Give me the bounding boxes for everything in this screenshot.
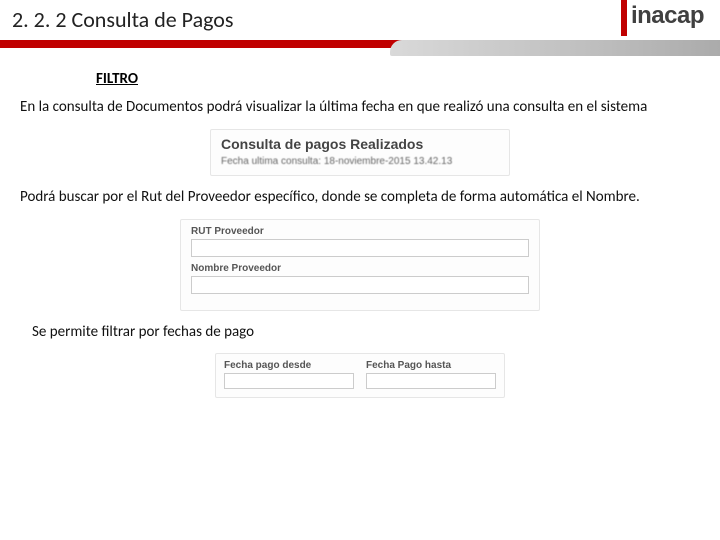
nombre-input[interactable]	[191, 276, 529, 294]
panel-consulta-wrap: Consulta de pagos Realizados Fecha ultim…	[18, 129, 702, 176]
fecha-desde-label: Fecha pago desde	[224, 360, 354, 371]
paragraph-1: En la consulta de Documentos podrá visua…	[20, 98, 700, 117]
panel-form: RUT Proveedor Nombre Proveedor	[180, 219, 540, 311]
page-title: 2. 2. 2 Consulta de Pagos	[0, 0, 720, 35]
panel-form-wrap: RUT Proveedor Nombre Proveedor	[18, 219, 702, 311]
panel-dates: Fecha pago desde Fecha Pago hasta	[215, 353, 505, 398]
fecha-hasta-label: Fecha Pago hasta	[366, 360, 496, 371]
field-fecha-desde: Fecha pago desde	[224, 360, 354, 389]
paragraph-3: Se permite filtrar por fechas de pago	[32, 323, 700, 342]
slide-header: 2. 2. 2 Consulta de Pagos inacap	[0, 0, 720, 56]
fecha-hasta-input[interactable]	[366, 373, 496, 389]
brand-name: inacap	[631, 2, 704, 30]
panel-consulta-title: Consulta de pagos Realizados	[221, 136, 499, 152]
rut-input[interactable]	[191, 239, 529, 257]
field-nombre: Nombre Proveedor	[191, 263, 529, 294]
rut-label: RUT Proveedor	[191, 226, 529, 237]
nombre-label: Nombre Proveedor	[191, 263, 529, 274]
header-grey-swoosh	[390, 40, 720, 56]
filtro-heading: FILTRO	[96, 70, 702, 88]
panel-consulta: Consulta de pagos Realizados Fecha ultim…	[210, 129, 510, 176]
field-rut: RUT Proveedor	[191, 226, 529, 257]
logo-bar-icon	[621, 0, 627, 36]
field-fecha-hasta: Fecha Pago hasta	[366, 360, 496, 389]
paragraph-2: Podrá buscar por el Rut del Proveedor es…	[20, 188, 700, 207]
content-area: FILTRO En la consulta de Documentos podr…	[0, 56, 720, 398]
panel-consulta-subtitle: Fecha ultima consulta: 18-noviembre-2015…	[221, 156, 499, 167]
fecha-desde-input[interactable]	[224, 373, 354, 389]
brand-logo: inacap	[621, 0, 704, 36]
panel-dates-wrap: Fecha pago desde Fecha Pago hasta	[18, 353, 702, 398]
